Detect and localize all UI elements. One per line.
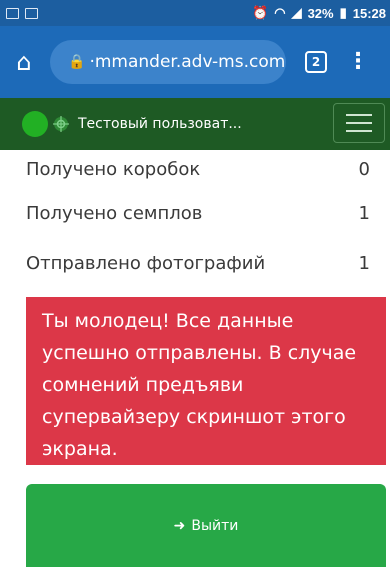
signal-icon: ◢ [291, 5, 302, 20]
status-bar: ⏰ ◠ ◢ 32% ▮ 15:28 [0, 0, 390, 26]
home-icon[interactable]: ⌂ [12, 50, 36, 74]
stat-row-photos: Отправлено фотографий 1 [0, 238, 390, 288]
hamburger-bar [346, 122, 372, 124]
navbar-toggle-button[interactable] [333, 103, 385, 143]
stat-row-boxes: Получено коробок 0 [0, 150, 390, 188]
address-bar[interactable]: 🔒 ·mmander.adv-ms.com [50, 40, 286, 84]
image-icon [6, 7, 19, 19]
user-name: Тестовый пользоват... [78, 116, 242, 132]
status-bar-left [0, 7, 38, 19]
stat-label: Получено семплов [26, 202, 203, 224]
app-navbar: Тестовый пользоват... [0, 98, 390, 150]
online-status-indicator [22, 111, 48, 137]
stat-value: 0 [358, 158, 370, 180]
lock-icon: 🔒 [68, 54, 86, 70]
browser-toolbar: ⌂ 🔒 ·mmander.adv-ms.com 2 ⋮ [0, 26, 390, 98]
checkbox-icon [25, 7, 38, 19]
stats-list: Получено коробок 0 Получено семплов 1 От… [0, 150, 390, 288]
sign-out-icon: ➜ [173, 517, 186, 534]
stat-label: Получено коробок [26, 158, 201, 180]
tabs-icon[interactable]: 2 [305, 51, 327, 73]
stat-label: Отправлено фотографий [26, 252, 266, 274]
battery-percent: 32% [307, 5, 334, 21]
hamburger-bar [346, 130, 372, 132]
stat-value: 1 [358, 252, 370, 274]
clock: 15:28 [352, 5, 386, 21]
logout-button[interactable]: ➜ Выйти [26, 484, 386, 567]
wifi-icon: ◠ [274, 5, 286, 20]
stat-row-samples: Получено семплов 1 [0, 188, 390, 238]
url-text: ·mmander.adv-ms.com [89, 52, 286, 72]
battery-icon: ▮ [339, 5, 347, 20]
hamburger-bar [346, 114, 372, 116]
menu-icon[interactable]: ⋮ [347, 51, 369, 73]
crosshair-icon [53, 116, 69, 132]
alarm-icon: ⏰ [252, 5, 269, 20]
stat-value: 1 [358, 202, 370, 224]
status-bar-right: ⏰ ◠ ◢ 32% ▮ 15:28 [252, 5, 390, 21]
logout-label: Выйти [191, 517, 239, 534]
success-alert: Ты молодец! Все данные успешно отправлен… [26, 297, 386, 465]
